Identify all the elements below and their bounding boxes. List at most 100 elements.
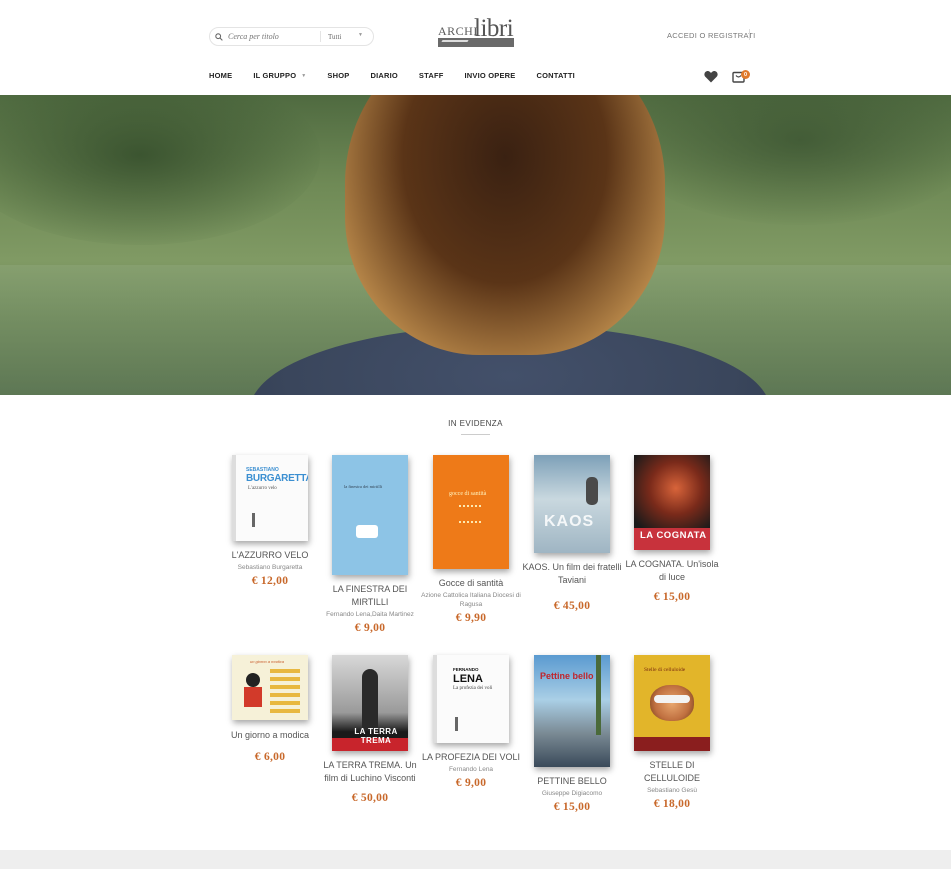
cover-text: BURGARETTA (246, 473, 308, 484)
cover-text: L'azzurro velo (248, 486, 277, 491)
product-title[interactable]: LA TERRA TREMA. Un film di Luchino Visco… (320, 759, 420, 785)
product-card[interactable]: KAOS KAOS. Un film dei fratelli Taviani … (522, 455, 622, 612)
product-title[interactable]: LA FINESTRA DEI MIRTILLI (320, 583, 420, 609)
cover-graphic (459, 505, 481, 523)
login-link[interactable]: ACCEDI O REGISTRATI (667, 31, 756, 40)
hero-trees-right (620, 95, 951, 225)
book-cover[interactable]: FERNANDO LENA La profezia dei voli (433, 655, 509, 743)
cover-band (634, 737, 710, 751)
search-bar: Tutti ▼ (209, 27, 374, 46)
nav-label: INVIO OPERE (464, 71, 516, 80)
chevron-down-icon: ▼ (358, 32, 363, 38)
nav-label: HOME (209, 71, 233, 80)
hero-figure-hair (345, 95, 665, 355)
product-card[interactable]: gocce di santità Gocce di santità Azione… (421, 455, 521, 624)
hero-trees-left (0, 95, 320, 245)
logo-text-archi: ARCHI (438, 24, 478, 38)
cover-graphic (362, 669, 378, 729)
book-cover[interactable]: SEBASTIANO BURGARETTA L'azzurro velo (232, 455, 308, 541)
cover-text: la finestra dei mirtilli (344, 484, 383, 489)
book-cover[interactable]: KAOS (534, 455, 610, 553)
nav-label: IL GRUPPO (253, 71, 297, 80)
nav-item-il-gruppo[interactable]: IL GRUPPO ▼ (253, 71, 306, 80)
product-price: € 9,90 (455, 612, 487, 624)
product-price: € 45,00 (553, 600, 591, 612)
cover-text: FERNANDO (453, 667, 479, 672)
nav-item-diario[interactable]: DIARIO (370, 71, 397, 80)
product-title[interactable]: LA PROFEZIA DEI VOLI (421, 751, 521, 764)
nav-label: DIARIO (370, 71, 398, 80)
chevron-down-icon: ▼ (301, 72, 307, 79)
cover-graphic (596, 655, 601, 735)
cover-graphic (650, 685, 694, 721)
product-price: € 9,00 (455, 777, 487, 789)
search-icon[interactable] (210, 32, 228, 41)
nav-item-shop[interactable]: SHOP (327, 71, 349, 80)
book-cover[interactable]: un giorno a modica (232, 655, 308, 720)
product-author: Azione Cattolica Italiana Diocesi di Rag… (421, 592, 521, 608)
book-cover[interactable]: Pettine bello (534, 655, 610, 767)
cover-text: LA COGNATA (640, 530, 707, 541)
product-author: Sebastiano Burgaretta (237, 564, 303, 571)
product-title[interactable]: L'AZZURRO VELO (220, 549, 320, 562)
product-card[interactable]: la finestra dei mirtilli LA FINESTRA DEI… (320, 455, 420, 634)
nav-label: STAFF (418, 71, 444, 80)
nav-label: SHOP (327, 71, 350, 80)
cover-text: un giorno a modica (250, 659, 285, 664)
product-author: Fernando Lena (448, 766, 494, 773)
product-card[interactable]: LA TERRA TREMA LA TERRA TREMA. Un film d… (320, 655, 420, 804)
nav-item-invio-opere[interactable]: INVIO OPERE (465, 71, 516, 80)
product-price: € 15,00 (553, 801, 591, 813)
book-cover[interactable]: Stelle di celluloide (634, 655, 710, 751)
product-author: Sebastiano Gesù (647, 787, 697, 794)
nav-label: CONTATTI (536, 71, 575, 80)
header-divider (749, 29, 750, 40)
product-card[interactable]: SEBASTIANO BURGARETTA L'azzurro velo L'A… (220, 455, 320, 587)
product-price: € 9,00 (354, 622, 386, 634)
nav-item-contatti[interactable]: CONTATTI (536, 71, 574, 80)
search-category-select[interactable]: Tutti ▼ (321, 33, 373, 41)
footer-bar (0, 850, 951, 869)
cover-text: Stelle di celluloide (644, 667, 686, 673)
product-author: Fernando Lena,Daita Martinez (326, 611, 414, 618)
search-category-value: Tutti (328, 32, 342, 41)
cover-text: Pettine bello (540, 671, 594, 681)
section-divider (461, 434, 490, 435)
main-nav: HOME IL GRUPPO ▼ SHOP DIARIO STAFF INVIO … (209, 71, 596, 80)
cover-graphic (356, 525, 378, 538)
heart-icon[interactable] (704, 70, 718, 83)
product-title[interactable]: STELLE DI CELLULOIDE (622, 759, 722, 785)
cover-graphic (654, 695, 690, 703)
search-input[interactable] (228, 32, 320, 41)
product-card[interactable]: Pettine bello PETTINE BELLO Giuseppe Dig… (522, 655, 622, 813)
nav-item-staff[interactable]: STAFF (419, 71, 444, 80)
cover-text: LA TERRA TREMA (354, 727, 398, 745)
product-title[interactable]: Gocce di santità (421, 577, 521, 590)
product-card[interactable]: FERNANDO LENA La profezia dei voli LA PR… (421, 655, 521, 789)
book-cover[interactable]: LA COGNATA (634, 455, 710, 550)
product-price: € 50,00 (351, 792, 389, 804)
cover-graphic (455, 717, 458, 731)
product-title[interactable]: PETTINE BELLO (522, 775, 622, 788)
product-price: € 15,00 (653, 591, 691, 603)
cover-graphic (244, 687, 262, 707)
product-title[interactable]: LA COGNATA. Un'isola di luce (622, 558, 722, 584)
product-title[interactable]: KAOS. Un film dei fratelli Taviani (522, 561, 622, 587)
nav-item-home[interactable]: HOME (209, 71, 232, 80)
book-cover[interactable]: gocce di santità (433, 455, 509, 569)
book-cover[interactable]: LA TERRA TREMA (332, 655, 408, 751)
cover-graphic (270, 669, 300, 713)
product-card[interactable]: Stelle di celluloide STELLE DI CELLULOID… (622, 655, 722, 810)
logo-stripe (441, 40, 469, 42)
site-logo[interactable]: ARCHI libri (438, 15, 514, 48)
product-card[interactable]: LA COGNATA LA COGNATA. Un'isola di luce … (622, 455, 722, 603)
product-author: Giuseppe Digiacomo (541, 790, 603, 797)
product-title[interactable]: Un giorno a modica (220, 729, 320, 742)
cover-graphic (586, 477, 598, 505)
section-title: IN EVIDENZA (448, 419, 503, 428)
hero-banner (0, 95, 951, 395)
cart-count-badge: 0 (741, 70, 750, 79)
product-card[interactable]: un giorno a modica Un giorno a modica € … (220, 655, 320, 763)
cover-text: KAOS (544, 513, 595, 530)
book-cover[interactable]: la finestra dei mirtilli (332, 455, 408, 575)
